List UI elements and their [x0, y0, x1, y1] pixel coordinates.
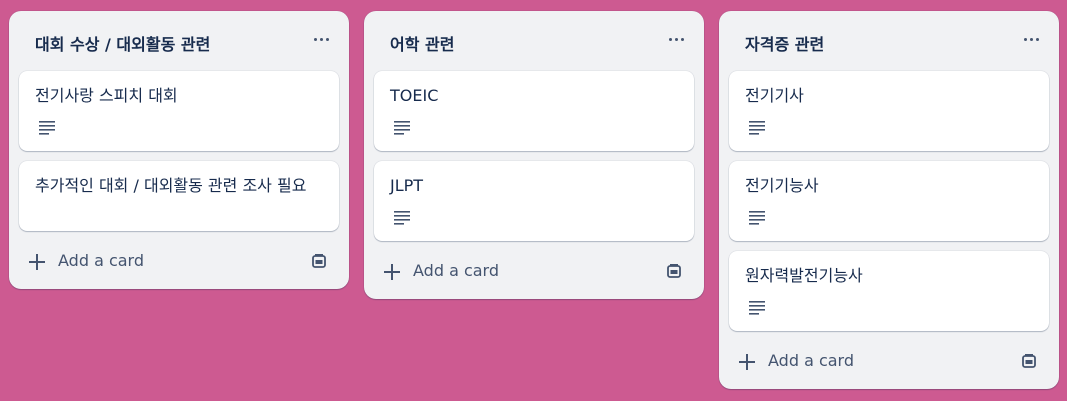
add-card-button[interactable]: Add a card: [374, 255, 644, 289]
card[interactable]: 원자력발전기능사: [729, 251, 1049, 331]
card-title: 추가적인 대회 / 대외활동 관련 조사 필요: [35, 176, 307, 195]
list-header[interactable]: 어학 관련: [364, 11, 704, 69]
add-card-button[interactable]: Add a card: [729, 345, 999, 379]
plus-icon: [384, 264, 400, 280]
card[interactable]: 전기기능사: [729, 161, 1049, 241]
description-icon: [39, 121, 55, 135]
list-header[interactable]: 자격증 관련: [719, 11, 1059, 69]
card-template-icon: [312, 254, 326, 268]
card-title: JLPT: [390, 176, 424, 195]
list-menu-button[interactable]: [662, 27, 690, 51]
create-from-template-button[interactable]: [659, 256, 689, 286]
add-card-button[interactable]: Add a card: [19, 245, 289, 279]
add-card-label: Add a card: [413, 261, 500, 280]
description-icon: [749, 301, 765, 315]
list-awards-activities: 대회 수상 / 대외활동 관련 전기사랑 스피치 대회 추가적인 대회 / 대외…: [9, 11, 349, 289]
card[interactable]: 추가적인 대회 / 대외활동 관련 조사 필요: [19, 161, 339, 231]
add-card-label: Add a card: [58, 251, 145, 270]
card[interactable]: 전기기사: [729, 71, 1049, 151]
list-language: 어학 관련 TOEIC JLPT Add a card: [364, 11, 704, 299]
create-from-template-button[interactable]: [304, 246, 334, 276]
card[interactable]: JLPT: [374, 161, 694, 241]
list-menu-button[interactable]: [307, 27, 335, 51]
card-title: 원자력발전기능사: [745, 266, 863, 285]
card[interactable]: TOEIC: [374, 71, 694, 151]
board: 대회 수상 / 대외활동 관련 전기사랑 스피치 대회 추가적인 대회 / 대외…: [0, 0, 1067, 401]
description-icon: [394, 211, 410, 225]
plus-icon: [739, 354, 755, 370]
create-from-template-button[interactable]: [1014, 346, 1044, 376]
card-title: 전기기능사: [745, 176, 819, 195]
more-horizontal-icon: [668, 37, 684, 41]
description-icon: [749, 211, 765, 225]
list-title[interactable]: 대회 수상 / 대외활동 관련: [35, 31, 210, 55]
card-title: 전기기사: [745, 86, 804, 105]
more-horizontal-icon: [313, 37, 329, 41]
add-card-label: Add a card: [768, 351, 855, 370]
plus-icon: [29, 254, 45, 270]
list-title[interactable]: 어학 관련: [390, 31, 454, 55]
card-title: TOEIC: [390, 86, 439, 105]
card-title: 전기사랑 스피치 대회: [35, 86, 178, 105]
more-horizontal-icon: [1023, 37, 1039, 41]
card-template-icon: [667, 264, 681, 278]
description-icon: [394, 121, 410, 135]
card[interactable]: 전기사랑 스피치 대회: [19, 71, 339, 151]
description-icon: [749, 121, 765, 135]
list-title[interactable]: 자격증 관련: [745, 31, 824, 55]
list-header[interactable]: 대회 수상 / 대외활동 관련: [9, 11, 349, 69]
list-menu-button[interactable]: [1017, 27, 1045, 51]
list-certificates: 자격증 관련 전기기사 전기기능사 원자력발전기능사 Add a card: [719, 11, 1059, 389]
card-template-icon: [1022, 354, 1036, 368]
